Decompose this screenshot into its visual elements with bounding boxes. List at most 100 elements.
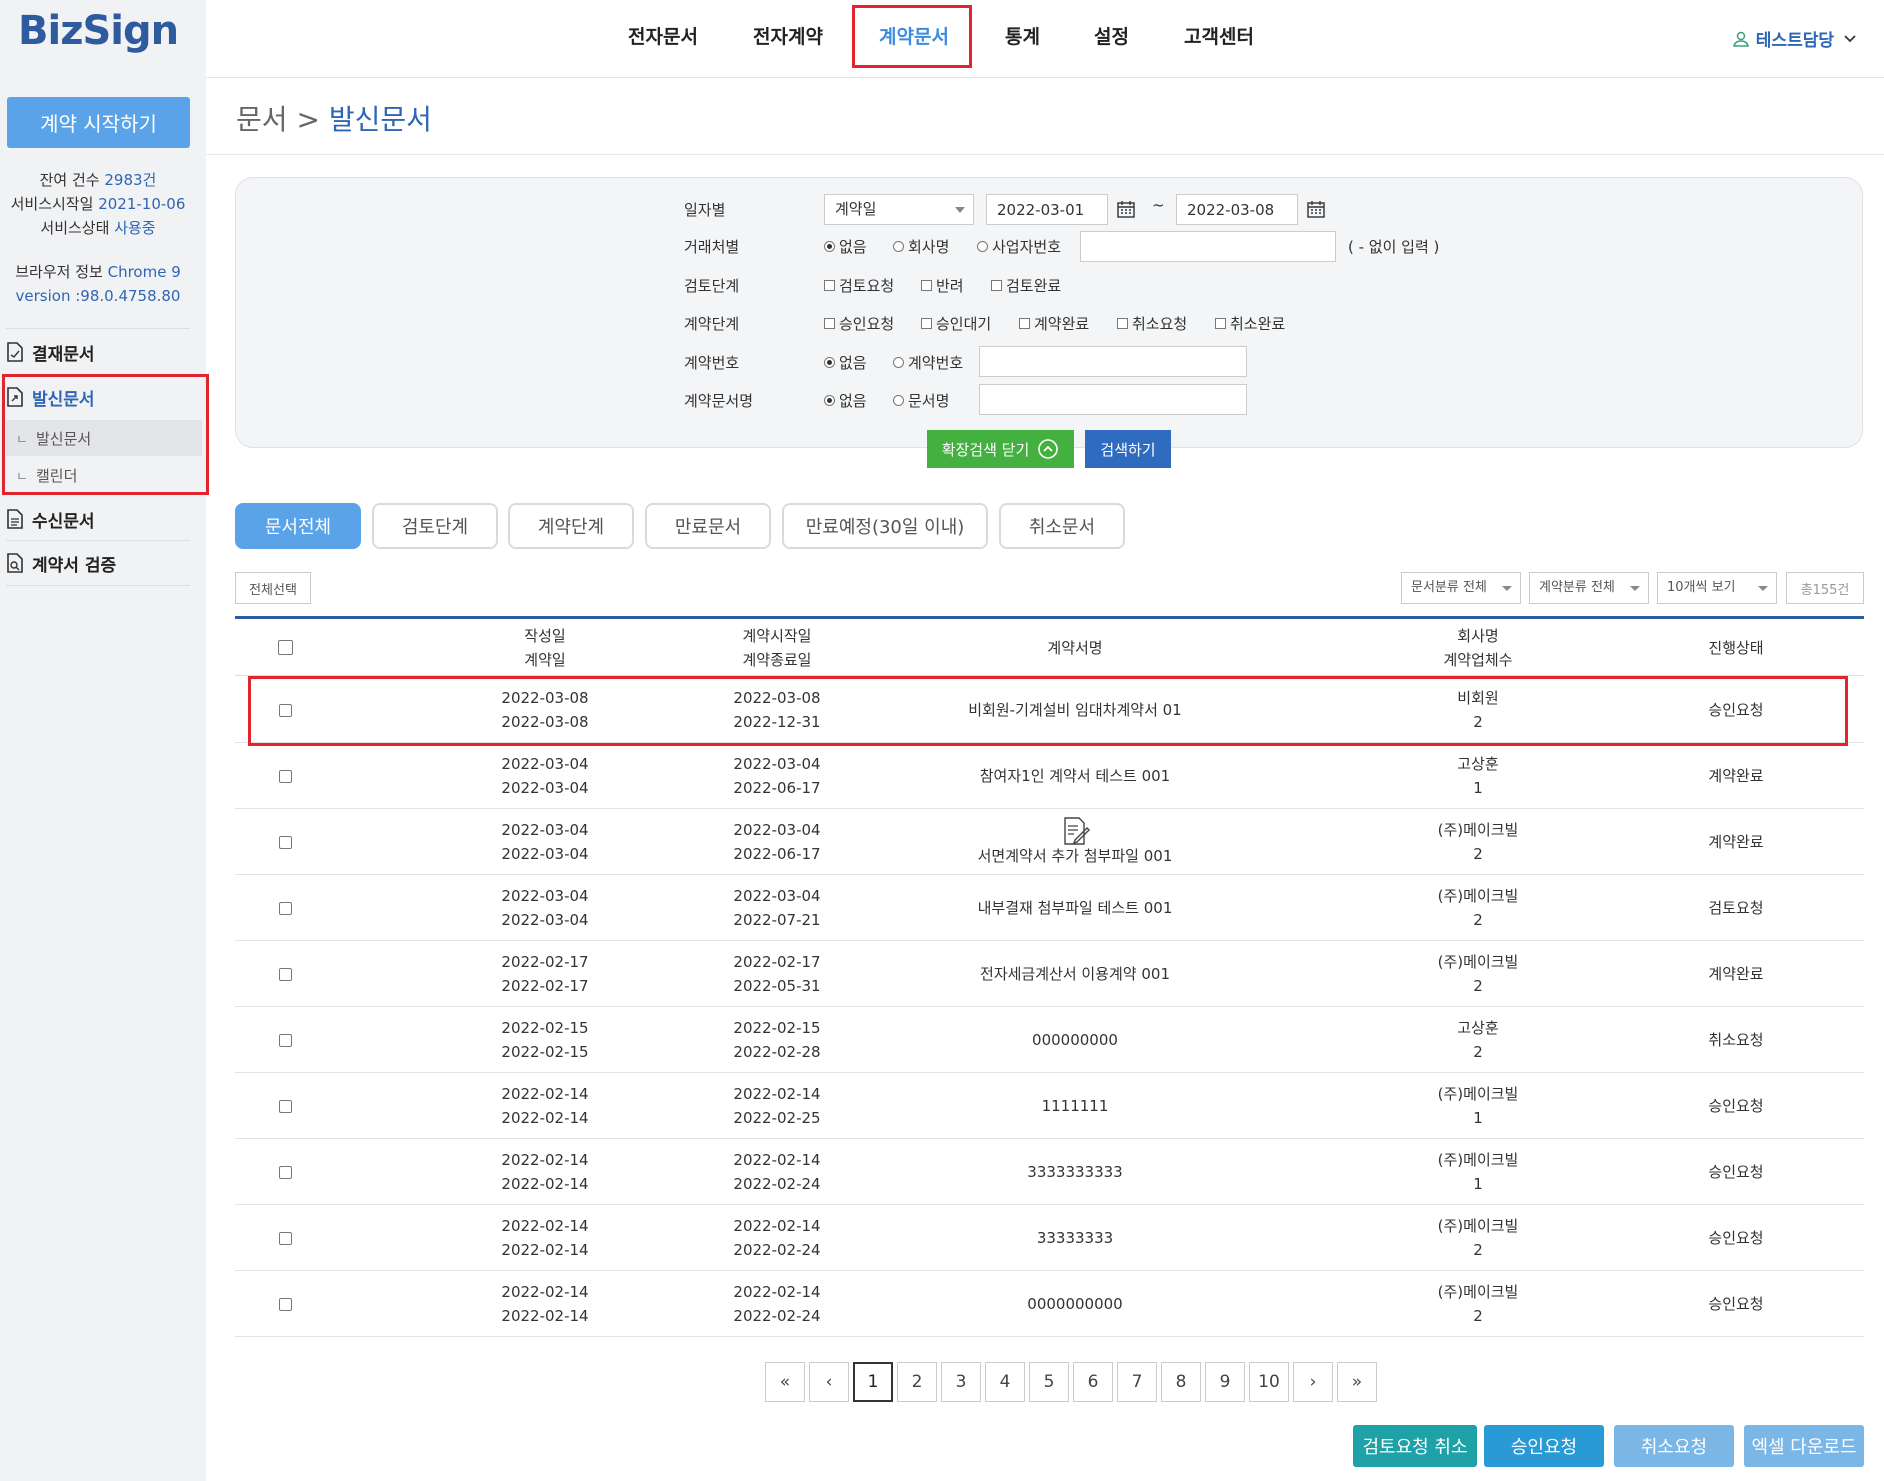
contract-name[interactable]: 참여자1인 계약서 테스트 001 <box>980 764 1170 788</box>
contract-name[interactable]: 33333333 <box>1037 1226 1113 1250</box>
partner-radio-company[interactable]: 회사명 <box>893 236 949 257</box>
contract-check-complete[interactable]: 계약완료 <box>1019 313 1089 334</box>
close-extended-search-button[interactable]: 확장검색 닫기 <box>927 430 1074 468</box>
doc-category-select[interactable]: 문서분류 전체 <box>1401 572 1521 604</box>
tab-contract-stage[interactable]: 계약단계 <box>508 503 634 549</box>
review-check-request[interactable]: 검토요청 <box>824 275 894 296</box>
table-row[interactable]: 2022-02-14 2022-02-14 2022-02-14 2022-02-24… <box>235 1205 1864 1271</box>
doc-name-radio-none[interactable]: 없음 <box>824 390 867 411</box>
row-checkbox[interactable] <box>278 769 292 783</box>
select-all-checkbox[interactable] <box>277 640 293 655</box>
row-checkbox[interactable] <box>278 967 292 981</box>
partner-input[interactable] <box>1080 231 1336 262</box>
table-row[interactable]: 2022-02-14 2022-02-14 2022-02-14 2022-02-25… <box>235 1073 1864 1139</box>
tab-expiring-soon[interactable]: 만료예정(30일 이내) <box>782 503 988 549</box>
page-button[interactable]: 10 <box>1249 1362 1289 1402</box>
date-from-input[interactable] <box>986 194 1108 225</box>
nav-item-settings[interactable]: 설정 <box>1094 22 1129 49</box>
cancel-request-button[interactable]: 취소요청 <box>1614 1425 1734 1467</box>
row-checkbox[interactable] <box>278 703 292 717</box>
table-row[interactable]: 2022-03-04 2022-03-04 2022-03-04 2022-06-17… <box>235 809 1864 875</box>
row-checkbox[interactable] <box>278 1297 292 1311</box>
contract-category-select[interactable]: 계약분류 전체 <box>1529 572 1649 604</box>
contract-check-cancel-request[interactable]: 취소요청 <box>1117 313 1187 334</box>
sidebar-item-sent[interactable]: 발신문서 <box>6 377 190 417</box>
nav-item-e-contracts[interactable]: 전자계약 <box>753 22 823 49</box>
contract-check-approval-wait[interactable]: 승인대기 <box>921 313 991 334</box>
breadcrumb-parent[interactable]: 문서 <box>236 103 288 136</box>
row-checkbox[interactable] <box>278 1033 292 1047</box>
sidebar-subitem-sent-documents[interactable]: ㄴ 발신문서 <box>6 420 202 456</box>
cancel-review-request-button[interactable]: 검토요청 취소 <box>1353 1425 1477 1467</box>
prev-page-button[interactable]: ‹ <box>809 1362 849 1402</box>
bizsign-logo[interactable]: BizSign <box>18 8 179 54</box>
partner-radio-bizno[interactable]: 사업자번호 <box>977 236 1061 257</box>
contract-name[interactable]: 0000000000 <box>1027 1292 1122 1316</box>
user-menu[interactable]: 테스트담당 <box>1732 26 1864 51</box>
contract-name[interactable]: 내부결재 첨부파일 테스트 001 <box>978 896 1173 920</box>
contract-name[interactable]: 서면계약서 추가 첨부파일 001 <box>978 844 1173 868</box>
row-checkbox[interactable] <box>278 835 292 849</box>
first-page-button[interactable]: « <box>765 1362 805 1402</box>
excel-download-button[interactable]: 엑셀 다운로드 <box>1744 1425 1864 1467</box>
page-button[interactable]: 1 <box>853 1362 893 1402</box>
row-checkbox[interactable] <box>278 1099 292 1113</box>
table-row[interactable]: 2022-02-17 2022-02-17 2022-02-17 2022-05-31… <box>235 941 1864 1007</box>
row-checkbox[interactable] <box>278 1231 292 1245</box>
date-to-input[interactable] <box>1176 194 1298 225</box>
date-type-select[interactable]: 계약일 <box>824 194 974 225</box>
review-check-complete[interactable]: 검토완료 <box>991 275 1061 296</box>
approval-request-button[interactable]: 승인요청 <box>1484 1425 1604 1467</box>
contract-name[interactable]: 1111111 <box>1042 1094 1109 1118</box>
page-button[interactable]: 4 <box>985 1362 1025 1402</box>
select-all-button[interactable]: 전체선택 <box>235 572 311 604</box>
tab-expired[interactable]: 만료문서 <box>645 503 771 549</box>
contract-check-cancel-complete[interactable]: 취소완료 <box>1215 313 1285 334</box>
sidebar-item-approval[interactable]: 결재문서 <box>6 332 190 372</box>
nav-item-contract-documents[interactable]: 계약문서 <box>879 22 949 49</box>
contract-name[interactable]: 000000000 <box>1032 1028 1118 1052</box>
page-button[interactable]: 8 <box>1161 1362 1201 1402</box>
review-check-reject[interactable]: 반려 <box>921 275 964 296</box>
sidebar-subitem-calendar[interactable]: ㄴ 캘린더 <box>6 457 202 493</box>
next-page-button[interactable]: › <box>1293 1362 1333 1402</box>
contract-name[interactable]: 3333333333 <box>1027 1160 1122 1184</box>
row-checkbox[interactable] <box>278 1165 292 1179</box>
doc-name-radio-name[interactable]: 문서명 <box>893 390 949 411</box>
page-button[interactable]: 3 <box>941 1362 981 1402</box>
contract-no-input[interactable] <box>979 346 1247 377</box>
nav-item-e-documents[interactable]: 전자문서 <box>628 22 698 49</box>
sidebar-item-received[interactable]: 수신문서 <box>6 499 190 539</box>
page-size-select[interactable]: 10개씩 보기 <box>1657 572 1777 604</box>
calendar-icon[interactable] <box>1116 199 1136 219</box>
page-button[interactable]: 7 <box>1117 1362 1157 1402</box>
page-button[interactable]: 5 <box>1029 1362 1069 1402</box>
tab-review-stage[interactable]: 검토단계 <box>372 503 498 549</box>
calendar-icon[interactable] <box>1306 199 1326 219</box>
contract-check-approval-request[interactable]: 승인요청 <box>824 313 894 334</box>
table-row[interactable]: 2022-02-15 2022-02-15 2022-02-15 2022-02-28… <box>235 1007 1864 1073</box>
table-row[interactable]: 2022-03-08 2022-03-08 2022-03-08 2022-12-31… <box>235 677 1864 743</box>
search-button[interactable]: 검색하기 <box>1085 430 1171 468</box>
tab-all-documents[interactable]: 문서전체 <box>235 503 361 549</box>
table-row[interactable]: 2022-03-04 2022-03-04 2022-03-04 2022-06-17… <box>235 743 1864 809</box>
contract-no-radio-none[interactable]: 없음 <box>824 352 867 373</box>
contract-name[interactable]: 비회원-기계설비 임대차계약서 01 <box>968 698 1181 722</box>
page-button[interactable]: 6 <box>1073 1362 1113 1402</box>
row-checkbox[interactable] <box>278 901 292 915</box>
table-row[interactable]: 2022-03-04 2022-03-04 2022-03-04 2022-07-21… <box>235 875 1864 941</box>
nav-item-statistics[interactable]: 통계 <box>1005 22 1040 49</box>
tab-cancelled[interactable]: 취소문서 <box>999 503 1125 549</box>
contract-no-radio-number[interactable]: 계약번호 <box>893 352 963 373</box>
start-contract-button[interactable]: 계약 시작하기 <box>7 97 190 148</box>
table-row[interactable]: 2022-02-14 2022-02-14 2022-02-14 2022-02-24… <box>235 1139 1864 1205</box>
last-page-button[interactable]: » <box>1337 1362 1377 1402</box>
doc-name-input[interactable] <box>979 384 1247 415</box>
partner-radio-none[interactable]: 없음 <box>824 236 867 257</box>
table-row[interactable]: 2022-02-14 2022-02-14 2022-02-14 2022-02-24… <box>235 1271 1864 1337</box>
sidebar-item-verify[interactable]: 계약서 검증 <box>6 543 190 583</box>
page-button[interactable]: 9 <box>1205 1362 1245 1402</box>
contract-name[interactable]: 전자세금계산서 이용계약 001 <box>980 962 1170 986</box>
nav-item-customer-center[interactable]: 고객센터 <box>1184 22 1254 49</box>
page-button[interactable]: 2 <box>897 1362 937 1402</box>
